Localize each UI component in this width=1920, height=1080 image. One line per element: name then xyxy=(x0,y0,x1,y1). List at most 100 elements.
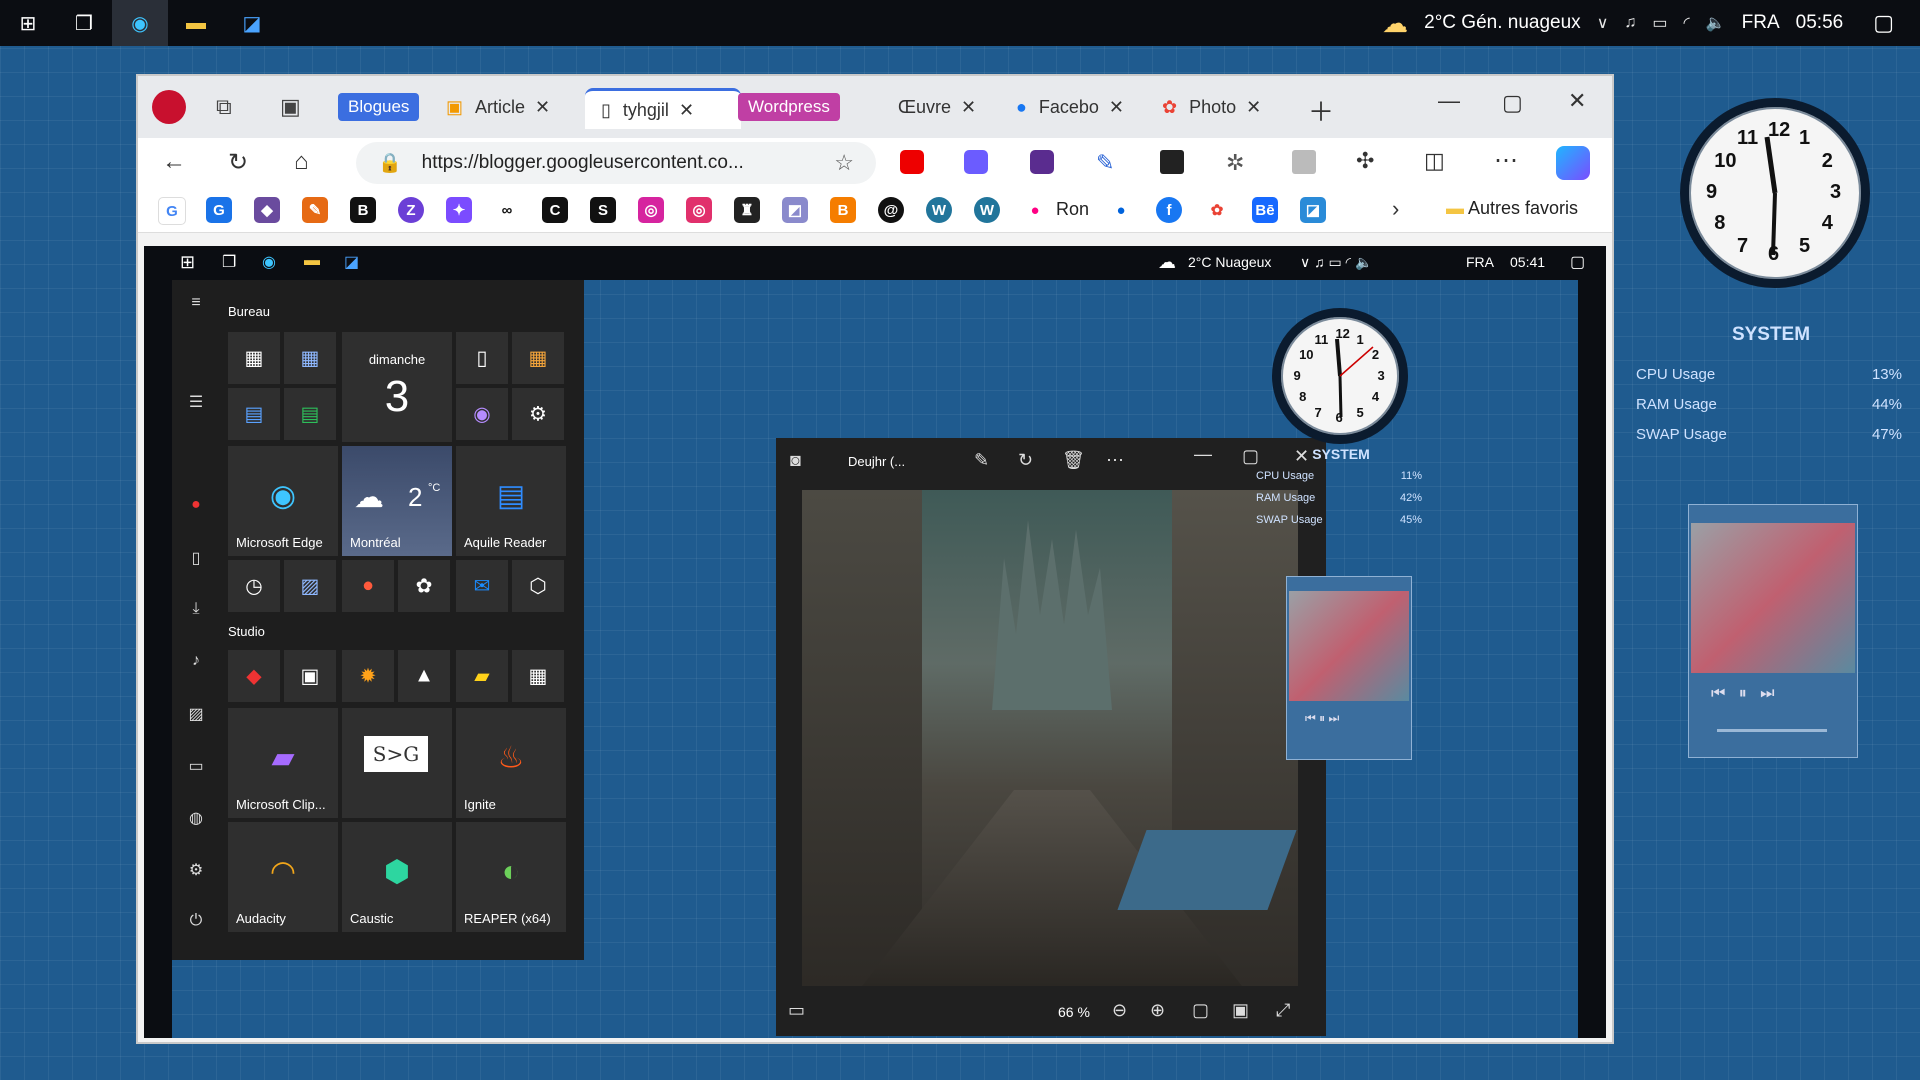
inner-app-icon: ◪ xyxy=(344,254,360,271)
tab-facebook[interactable]: ● Facebo ✕ xyxy=(1016,88,1156,126)
calendar-date: 3 xyxy=(384,372,410,421)
edge-taskbar-icon[interactable]: ◉ xyxy=(112,0,168,46)
instagram2-fav-icon[interactable]: ◎ xyxy=(686,197,712,223)
ram-label: RAM Usage xyxy=(1636,396,1717,413)
volume-icon[interactable]: 🔈 xyxy=(1706,13,1726,33)
url-text[interactable]: https://blogger.googleusercontent.co... xyxy=(422,152,744,174)
pen-extension-icon[interactable]: ✎ xyxy=(1096,150,1114,176)
behance-fav-icon[interactable]: Bē xyxy=(1252,197,1278,223)
minimize-button[interactable]: — xyxy=(1438,88,1460,114)
tab-photo[interactable]: ✿ Photo ✕ xyxy=(1162,88,1292,126)
adblock-extension-icon[interactable] xyxy=(900,150,924,174)
tile-store: ▣ xyxy=(284,650,336,702)
b-fav-icon[interactable]: B xyxy=(350,197,376,223)
task-view-icon[interactable]: ❐ xyxy=(56,0,112,46)
wordpress-fav-icon[interactable]: W xyxy=(926,197,952,223)
wifi-icon[interactable]: ◜ xyxy=(1684,13,1690,33)
tab-group-wordpress[interactable]: Wordpress xyxy=(738,88,840,126)
pencil-fav-icon[interactable]: ✎ xyxy=(302,197,328,223)
chevron-up-icon[interactable]: ∨ xyxy=(1597,13,1609,33)
address-field[interactable]: 🔒 https://blogger.googleusercontent.co..… xyxy=(356,142,876,184)
close-tab-icon[interactable]: ✕ xyxy=(1246,97,1261,118)
notifications-icon[interactable]: ▢ xyxy=(1873,10,1894,36)
tab-title: Article xyxy=(475,96,526,117)
clock-numeral: 5 xyxy=(1356,404,1364,420)
maximize-button[interactable]: ▢ xyxy=(1502,90,1523,116)
inner-explorer-icon: ▬ xyxy=(304,252,320,269)
c-fav-icon[interactable]: C xyxy=(542,197,568,223)
tab-oeuvre[interactable]: Œuvre ✕ xyxy=(898,88,1018,126)
file-explorer-icon[interactable]: ▬ xyxy=(168,0,224,46)
sg-monitor-icon: S>G xyxy=(364,736,428,772)
flickr-fav-icon[interactable]: ● xyxy=(1022,197,1048,223)
tab-article[interactable]: ▣ Article ✕ xyxy=(446,88,576,126)
profile-avatar[interactable] xyxy=(152,90,186,124)
app-fav-icon[interactable]: ◪ xyxy=(1300,197,1326,223)
photos-fav-icon[interactable]: ✿ xyxy=(1204,197,1230,223)
weather-icon[interactable]: ☁ xyxy=(1382,8,1408,39)
sheets-fav-icon[interactable]: G xyxy=(206,197,232,223)
wordpress2-fav-icon[interactable]: W xyxy=(974,197,1000,223)
instagram-fav-icon[interactable]: ◎ xyxy=(638,197,664,223)
edge-icon: ◉ xyxy=(269,479,297,512)
facebook-fav-icon[interactable]: f xyxy=(1156,197,1182,223)
back-icon[interactable]: ← xyxy=(162,148,186,176)
stamp-extension-icon[interactable] xyxy=(1160,150,1184,174)
clock-time[interactable]: 05:56 xyxy=(1796,12,1844,34)
s-fav-icon[interactable]: S xyxy=(590,197,616,223)
ram-value: 44% xyxy=(1871,396,1902,413)
new-tab-button[interactable]: ＋ xyxy=(1308,92,1334,129)
map-pin-icon: ● xyxy=(361,574,375,597)
album-art xyxy=(1691,523,1855,673)
media-controls[interactable]: ⏮ ⏸ ⏭ xyxy=(1711,685,1774,703)
close-window-button[interactable]: ✕ xyxy=(1568,88,1586,114)
extensions-puzzle-icon[interactable]: ✣ xyxy=(1356,148,1374,174)
google-fav-icon[interactable]: G xyxy=(158,197,186,225)
flickr2-fav-icon[interactable]: ● xyxy=(1108,197,1134,223)
z-fav-icon[interactable]: Z xyxy=(398,197,424,223)
mail-icon: ✉ xyxy=(473,575,491,598)
system-tray: ☁ 2°C Gén. nuageux ∨ ♫ ▭ ◜ 🔈 FRA 05:56 ▢ xyxy=(1382,0,1920,46)
lock-icon[interactable]: 🔒 xyxy=(378,151,402,175)
bug-extension-icon[interactable]: ✲ xyxy=(1226,150,1244,176)
start-windows-icon[interactable]: ⊞ xyxy=(0,0,56,46)
volume-slider[interactable] xyxy=(1717,729,1827,732)
tab-group-blogues[interactable]: Blogues xyxy=(338,88,420,126)
other-favorites-folder[interactable]: ▬ Autres favoris xyxy=(1446,198,1578,219)
close-tab-icon[interactable]: ✕ xyxy=(1109,97,1124,118)
grey-extension-icon[interactable] xyxy=(1292,150,1316,174)
chevron-right-icon[interactable]: › xyxy=(1392,196,1399,222)
favorite-star-icon[interactable]: ☆ xyxy=(834,150,854,176)
weather-text[interactable]: 2°C Gén. nuageux xyxy=(1424,12,1581,34)
tab-actions-icon[interactable]: ▣ xyxy=(280,94,301,120)
desktop-media-player: ⏮ ⏸ ⏭ xyxy=(1688,504,1858,758)
music-icon[interactable]: ♫ xyxy=(1624,14,1636,32)
close-tab-icon[interactable]: ✕ xyxy=(961,97,976,118)
clip-fav-icon[interactable]: ✦ xyxy=(446,197,472,223)
blogger-fav-icon[interactable]: B xyxy=(830,197,856,223)
close-tab-icon[interactable]: ✕ xyxy=(679,100,694,121)
figure-fav-icon[interactable]: ♜ xyxy=(734,197,760,223)
battery-icon[interactable]: ▭ xyxy=(1652,13,1667,33)
workspaces-icon[interactable]: ⧉ xyxy=(216,94,232,120)
infinity-fav-icon[interactable]: ∞ xyxy=(494,197,520,223)
home-icon[interactable]: ⌂ xyxy=(294,148,309,176)
cpu-value: 13% xyxy=(1871,366,1902,383)
copilot-icon[interactable] xyxy=(1556,146,1590,180)
language-indicator[interactable]: FRA xyxy=(1742,12,1780,34)
close-tab-icon[interactable]: ✕ xyxy=(535,97,550,118)
image-fav-icon[interactable]: ◩ xyxy=(782,197,808,223)
tab-tyhgjil[interactable]: ▯ tyhgjil ✕ xyxy=(585,88,741,129)
emblem-fav-icon[interactable]: ◆ xyxy=(254,197,280,223)
clock-numeral: 11 xyxy=(1737,127,1759,150)
refresh-icon[interactable]: ↻ xyxy=(228,148,248,177)
app-taskbar-icon[interactable]: ◪ xyxy=(224,0,280,46)
purple-extension-icon[interactable] xyxy=(1030,150,1054,174)
tab-group-label[interactable]: Wordpress xyxy=(738,93,840,121)
more-menu-icon[interactable]: ⋯ xyxy=(1494,146,1518,175)
tab-group-label[interactable]: Blogues xyxy=(338,93,420,121)
fav-ron-label[interactable]: Ron xyxy=(1056,199,1089,220)
m-extension-icon[interactable] xyxy=(964,150,988,174)
split-screen-icon[interactable]: ◫ xyxy=(1424,148,1445,174)
threads-fav-icon[interactable]: @ xyxy=(878,197,904,223)
